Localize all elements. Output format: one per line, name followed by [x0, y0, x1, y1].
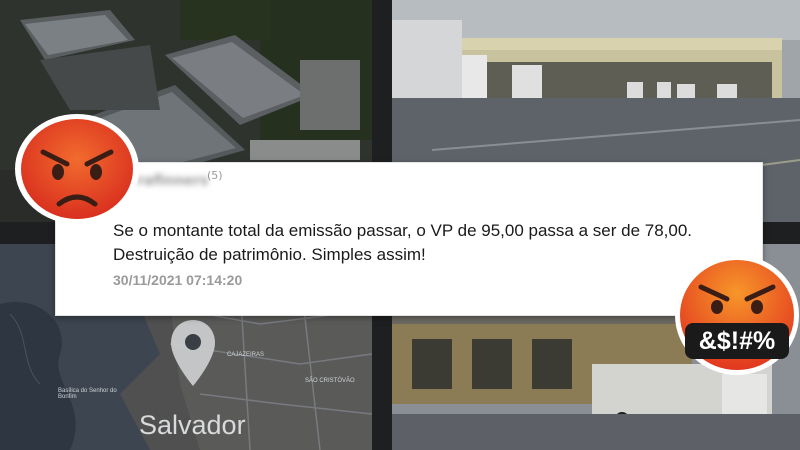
cursing-symbols: &$!#%	[698, 327, 776, 355]
angry-face-icon	[15, 114, 139, 224]
map-city-label: Salvador	[139, 410, 246, 440]
map-label-cajazeiras: CAJAZEIRAS	[227, 352, 265, 358]
map-label-sao-cristovao: SÃO CRISTÓVÃO	[305, 378, 355, 384]
comment-card: rafinners (5) Se o montante total da emi…	[55, 162, 763, 316]
comment-text: Se o montante total da emissão passar, o…	[113, 221, 693, 264]
comment-user-count: (5)	[207, 169, 223, 182]
map-pin-icon	[171, 320, 215, 386]
cursing-face-icon	[675, 255, 799, 375]
map-label-basilica: Basílica do Senhor do Bonfim	[58, 388, 117, 400]
comment-username[interactable]: rafinners	[137, 173, 208, 189]
comment-timestamp: 30/11/2021 07:14:20	[113, 272, 243, 288]
